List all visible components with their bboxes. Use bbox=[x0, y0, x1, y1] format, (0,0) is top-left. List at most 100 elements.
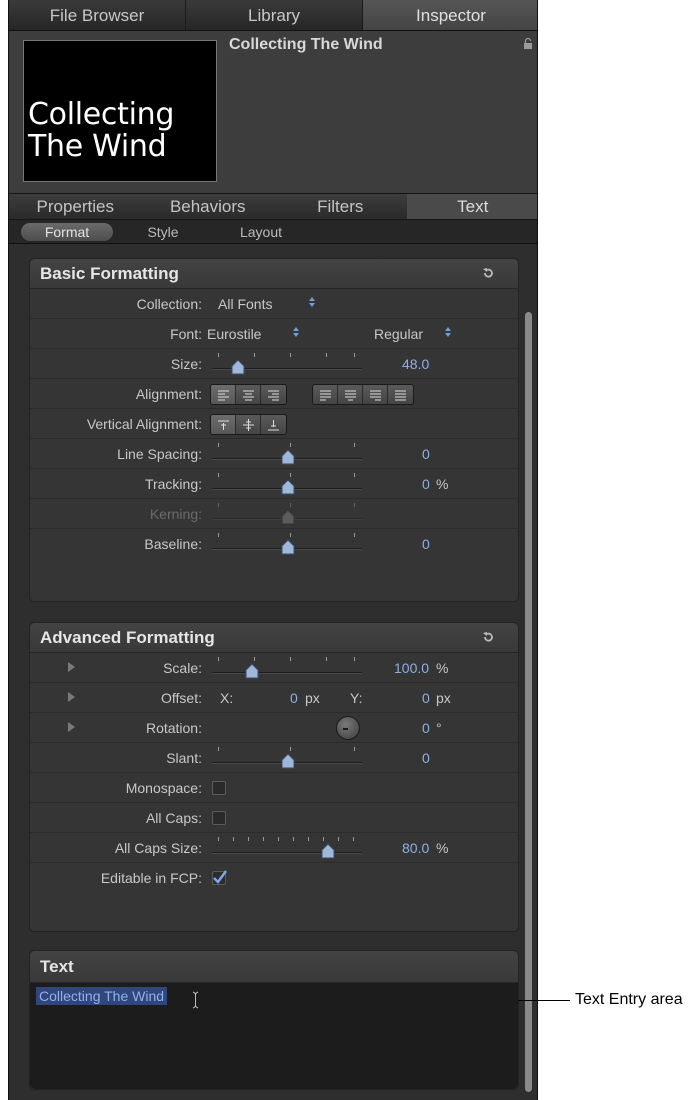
justify-full-button[interactable] bbox=[388, 385, 413, 404]
monospace-label: Monospace: bbox=[125, 780, 202, 796]
advanced-formatting-header[interactable]: Advanced Formatting bbox=[30, 623, 518, 653]
lock-icon[interactable] bbox=[523, 38, 533, 49]
scale-label: Scale: bbox=[163, 660, 202, 676]
all-caps-size-slider[interactable] bbox=[212, 833, 362, 863]
disclosure-triangle-icon[interactable] bbox=[68, 692, 75, 702]
all-caps-size-value[interactable]: 80.0 bbox=[402, 840, 429, 856]
collection-row: Collection: All Fonts bbox=[30, 289, 518, 319]
rotation-value[interactable]: 0 bbox=[422, 720, 430, 736]
slider-thumb-icon[interactable] bbox=[230, 359, 246, 375]
scale-value[interactable]: 100.0 bbox=[394, 660, 429, 676]
horizontal-alignment-group bbox=[210, 384, 287, 405]
slider-thumb-icon[interactable] bbox=[280, 449, 296, 465]
valign-bottom-button[interactable] bbox=[261, 415, 286, 434]
top-tab-bar: File Browser Library Inspector bbox=[9, 0, 537, 31]
disclosure-triangle-icon[interactable] bbox=[68, 722, 75, 732]
offset-label: Offset: bbox=[161, 690, 202, 706]
kerning-label: Kerning: bbox=[149, 506, 202, 522]
tab-behaviors[interactable]: Behaviors bbox=[142, 194, 275, 219]
text-group: Text Collecting The Wind bbox=[29, 950, 519, 1090]
slider-thumb-icon[interactable] bbox=[280, 479, 296, 495]
align-left-button[interactable] bbox=[211, 385, 236, 404]
segment-layout[interactable]: Layout bbox=[221, 223, 301, 241]
reset-icon[interactable] bbox=[482, 631, 494, 643]
text-entry-area[interactable]: Collecting The Wind bbox=[30, 983, 518, 1089]
chevron-updown-icon bbox=[293, 327, 299, 337]
font-family-popup[interactable]: Eurostile bbox=[207, 326, 261, 342]
scrollbar-thumb[interactable] bbox=[525, 312, 532, 1092]
align-right-button[interactable] bbox=[261, 385, 286, 404]
tracking-slider[interactable] bbox=[212, 469, 362, 499]
editable-in-fcp-checkbox[interactable] bbox=[212, 870, 227, 885]
size-label: Size: bbox=[170, 356, 202, 372]
slider-thumb-icon[interactable] bbox=[280, 539, 296, 555]
line-spacing-value[interactable]: 0 bbox=[422, 446, 430, 462]
monospace-row: Monospace: bbox=[30, 773, 518, 803]
tab-inspector[interactable]: Inspector bbox=[363, 0, 537, 30]
justify-right-button[interactable] bbox=[363, 385, 388, 404]
editable-in-fcp-row: Editable in FCP: bbox=[30, 863, 518, 893]
slider-thumb-icon bbox=[281, 509, 295, 525]
size-value[interactable]: 48.0 bbox=[402, 356, 429, 372]
tracking-unit: % bbox=[436, 476, 449, 492]
text-group-header[interactable]: Text bbox=[30, 951, 518, 983]
all-caps-row: All Caps: bbox=[30, 803, 518, 833]
rotation-unit: ° bbox=[436, 720, 442, 736]
disclosure-triangle-icon[interactable] bbox=[68, 662, 75, 672]
size-slider[interactable] bbox=[212, 349, 362, 379]
justify-center-button[interactable] bbox=[338, 385, 363, 404]
selected-text[interactable]: Collecting The Wind bbox=[36, 987, 168, 1005]
baseline-label: Baseline: bbox=[144, 536, 202, 552]
vertical-alignment-group bbox=[210, 414, 287, 435]
tab-file-browser[interactable]: File Browser bbox=[9, 0, 186, 30]
justify-center-icon bbox=[345, 390, 356, 401]
segment-format[interactable]: Format bbox=[21, 223, 113, 241]
thumbnail-text: Collecting The Wind bbox=[28, 99, 174, 163]
slant-value[interactable]: 0 bbox=[422, 750, 430, 766]
tab-filters[interactable]: Filters bbox=[274, 194, 407, 219]
tab-library[interactable]: Library bbox=[186, 0, 363, 30]
vertical-alignment-label: Vertical Alignment: bbox=[86, 416, 202, 432]
tab-properties[interactable]: Properties bbox=[9, 194, 142, 219]
line-spacing-slider[interactable] bbox=[212, 439, 362, 469]
valign-top-icon bbox=[218, 420, 229, 430]
scale-slider[interactable] bbox=[212, 653, 362, 683]
baseline-slider[interactable] bbox=[212, 529, 362, 559]
collection-popup[interactable]: All Fonts bbox=[218, 296, 272, 312]
slider-thumb-icon[interactable] bbox=[320, 843, 336, 859]
slider-thumb-icon[interactable] bbox=[280, 753, 296, 769]
font-row: Font: Eurostile Regular bbox=[30, 319, 518, 349]
alignment-row: Alignment: bbox=[30, 379, 518, 409]
slant-slider[interactable] bbox=[212, 743, 362, 773]
all-caps-checkbox[interactable] bbox=[212, 811, 226, 825]
all-caps-size-unit: % bbox=[436, 840, 449, 856]
collection-label: Collection: bbox=[136, 296, 202, 312]
reset-icon[interactable] bbox=[482, 267, 494, 279]
justify-left-button[interactable] bbox=[313, 385, 338, 404]
tab-text[interactable]: Text bbox=[406, 194, 537, 219]
baseline-value[interactable]: 0 bbox=[422, 536, 430, 552]
valign-top-button[interactable] bbox=[211, 415, 236, 434]
justify-right-icon bbox=[370, 390, 381, 401]
kerning-slider bbox=[212, 499, 362, 529]
monospace-checkbox[interactable] bbox=[212, 781, 226, 795]
line-spacing-label: Line Spacing: bbox=[117, 446, 202, 462]
all-caps-label: All Caps: bbox=[145, 810, 202, 826]
valign-middle-button[interactable] bbox=[236, 415, 261, 434]
segment-style[interactable]: Style bbox=[133, 223, 193, 241]
basic-formatting-header[interactable]: Basic Formatting bbox=[30, 259, 518, 289]
slider-thumb-icon[interactable] bbox=[244, 663, 260, 679]
offset-x-value[interactable]: 0 bbox=[290, 690, 298, 706]
font-style-popup[interactable]: Regular bbox=[374, 326, 423, 342]
rotation-dial[interactable] bbox=[336, 716, 360, 740]
align-center-button[interactable] bbox=[236, 385, 261, 404]
tracking-value[interactable]: 0 bbox=[422, 476, 430, 492]
baseline-row: Baseline: 0 bbox=[30, 529, 518, 559]
justify-left-icon bbox=[320, 390, 331, 401]
offset-y-value[interactable]: 0 bbox=[422, 690, 430, 706]
checkmark-icon bbox=[213, 870, 227, 884]
thumbnail-line-1: Collecting bbox=[28, 97, 175, 132]
align-left-icon bbox=[218, 390, 229, 401]
preview-area: Collecting The Wind Collecting The Wind bbox=[9, 31, 537, 193]
kerning-row: Kerning: bbox=[30, 499, 518, 529]
